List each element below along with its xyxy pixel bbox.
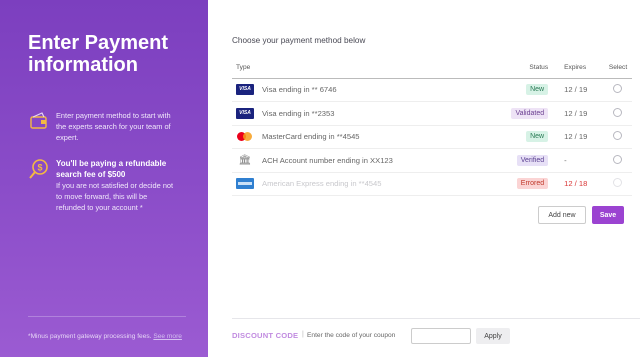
select-radio[interactable]	[613, 107, 623, 117]
expiry: 12 / 18	[552, 172, 604, 196]
svg-text:$: $	[37, 163, 42, 173]
table-row: American Express ending in **4545 Errore…	[232, 172, 632, 196]
info-fee-text: You'll be paying a refundable search fee…	[56, 158, 176, 213]
choose-prompt: Choose your payment method below	[232, 36, 366, 45]
table-row[interactable]: 🏛 ACH Account number ending in XX123 Ver…	[232, 148, 632, 173]
add-new-button[interactable]: Add new	[538, 206, 586, 224]
page-title: Enter Payment information	[28, 32, 169, 76]
amex-icon	[236, 178, 254, 190]
expiry: 12 / 19	[552, 101, 604, 126]
payment-methods-panel: Choose your payment method below Type St…	[208, 0, 640, 357]
info-search-text: Enter payment method to start with the e…	[56, 111, 171, 142]
select-radio[interactable]	[613, 131, 623, 141]
method-name: Visa ending in **2353	[258, 101, 497, 126]
method-name: American Express ending in **4545	[258, 172, 497, 196]
visa-icon: VISA	[236, 84, 254, 96]
header-select: Select	[603, 58, 632, 79]
status-badge: New	[526, 131, 549, 143]
discount-separator: |	[302, 331, 304, 338]
fee-heading: You'll be paying a refundable search fee…	[56, 159, 167, 179]
table-row[interactable]: VISA Visa ending in ** 6746 New 12 / 19	[232, 78, 632, 102]
bank-icon: 🏛	[238, 154, 252, 166]
expiry: 12 / 19	[552, 78, 604, 102]
coupon-input[interactable]	[411, 328, 471, 344]
mastercard-icon	[236, 131, 254, 142]
discount-label: DISCOUNT CODE	[232, 331, 299, 340]
save-button[interactable]: Save	[592, 206, 624, 224]
wallet-icon	[30, 112, 47, 129]
bottom-divider	[232, 318, 640, 319]
footnote-text: *Minus payment gateway processing fees.	[28, 333, 152, 340]
see-more-link[interactable]: See more	[153, 333, 182, 340]
apply-button[interactable]: Apply	[476, 328, 510, 344]
select-radio[interactable]	[613, 154, 623, 164]
select-radio	[613, 178, 623, 188]
table-header: Type Status Expires Select	[232, 58, 632, 79]
status-badge: Errored	[516, 178, 549, 190]
method-name: MasterCard ending in **4545	[258, 125, 497, 149]
visa-icon: VISA	[236, 107, 254, 119]
search-dollar-icon: $	[29, 159, 48, 179]
status-badge: Verified	[516, 154, 549, 166]
method-name: Visa ending in ** 6746	[258, 78, 497, 102]
expiry: -	[552, 148, 604, 173]
table-row[interactable]: MasterCard ending in **4545 New 12 / 19	[232, 125, 632, 149]
payment-methods-table: Type Status Expires Select VISA Visa end…	[232, 58, 632, 196]
info-search: Enter payment method to start with the e…	[28, 110, 176, 143]
info-fee: $ You'll be paying a refundable search f…	[28, 158, 176, 213]
header-type: Type	[232, 58, 258, 79]
payment-page: Enter Payment information Enter payment …	[0, 0, 640, 357]
status-badge: Validated	[511, 107, 549, 119]
left-divider	[28, 316, 186, 317]
header-name	[258, 58, 497, 79]
discount-hint: Enter the code of your coupon	[307, 332, 396, 339]
table-row[interactable]: VISA Visa ending in **2353 Validated 12 …	[232, 101, 632, 126]
expiry: 12 / 19	[552, 125, 604, 149]
method-name: ACH Account number ending in XX123	[258, 148, 497, 173]
footnote: *Minus payment gateway processing fees. …	[28, 333, 182, 340]
header-status: Status	[496, 58, 553, 79]
fee-description: If you are not satisfied or decide not t…	[56, 181, 174, 212]
info-panel: Enter Payment information Enter payment …	[0, 0, 208, 357]
header-expires: Expires	[552, 58, 604, 79]
status-badge: New	[526, 84, 549, 96]
select-radio[interactable]	[613, 84, 623, 94]
